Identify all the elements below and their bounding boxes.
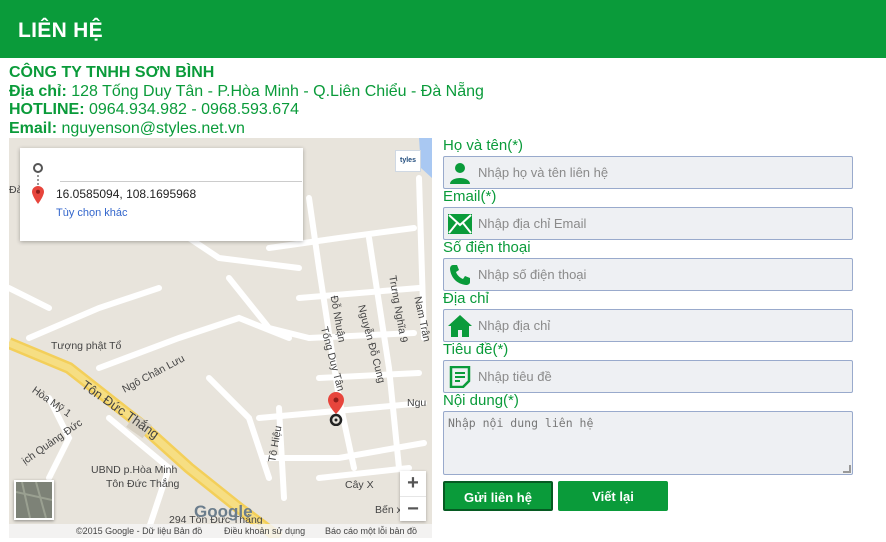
send-button[interactable]: Gửi liên hệ — [443, 481, 553, 511]
location-pin-icon[interactable] — [327, 392, 345, 426]
page-header: LIÊN HỆ — [0, 0, 886, 58]
embedded-map[interactable]: Đào Tượng phật Tổ Ngô Chân Lưu Tôn Đức T… — [9, 138, 432, 538]
name-input[interactable]: Nhập họ và tên liên hệ — [478, 165, 608, 180]
company-hotline: HOTLINE: 0964.934.982 - 0968.593.674 — [9, 101, 299, 118]
company-email: Email: nguyenson@styles.net.vn — [9, 119, 245, 137]
mail-icon — [446, 211, 474, 237]
user-icon — [446, 160, 474, 186]
map-zoom-control: + − — [400, 471, 426, 521]
email-label: Email(*) — [443, 188, 497, 205]
email-field[interactable]: Nhập địa chỉ Email — [443, 207, 853, 240]
company-logo-icon: tyles — [395, 150, 421, 172]
subject-input[interactable]: Nhập tiêu đề — [478, 369, 552, 384]
content-input[interactable]: Nhập nội dung liên hệ — [448, 416, 593, 430]
content-label: Nội dung(*) — [443, 392, 519, 409]
satellite-thumbnail-icon — [15, 481, 53, 519]
reset-button[interactable]: Viết lại — [558, 481, 668, 511]
google-logo: Google — [194, 502, 253, 521]
map-coordinates: 16.0585094, 108.1695968 — [56, 187, 197, 201]
phone-input[interactable]: Nhập số điện thoại — [478, 267, 586, 282]
directions-card: 16.0585094, 108.1695968 Tùy chọn khác — [20, 148, 303, 241]
zoom-out-button[interactable]: − — [400, 496, 426, 521]
map-label: Cây X — [345, 479, 374, 491]
company-info: CÔNG TY TNHH SƠN BÌNH Địa chỉ: 128 Tống … — [9, 64, 484, 138]
address-field[interactable]: Nhập địa chỉ — [443, 309, 853, 342]
map-label: UBND p.Hòa Minh — [91, 464, 178, 476]
map-label: Bến x — [375, 504, 402, 516]
address-label: Địa chỉ — [443, 290, 489, 307]
address-input[interactable]: Nhập địa chỉ — [478, 318, 550, 333]
map-label: Ngu — [407, 397, 427, 409]
email-input[interactable]: Nhập địa chỉ Email — [478, 216, 586, 231]
pin-icon — [32, 186, 44, 204]
zoom-in-button[interactable]: + — [400, 471, 426, 496]
map-copyright: ©2015 Google - Dữ liệu Bản đồ — [76, 526, 203, 536]
subject-field[interactable]: Nhập tiêu đề — [443, 360, 853, 393]
name-label: Họ và tên(*) — [443, 137, 524, 154]
map-terms-link[interactable]: Điều khoản sử dụng — [224, 524, 305, 538]
phone-label: Số điện thoại — [443, 239, 531, 256]
map-label: Tôn Đức Thắng — [106, 478, 180, 490]
company-address: Địa chỉ: 128 Tống Duy Tân - P.Hòa Minh -… — [9, 82, 484, 100]
note-icon — [446, 364, 474, 390]
name-field[interactable]: Nhập họ và tên liên hệ — [443, 156, 853, 189]
origin-icon — [33, 163, 43, 173]
satellite-toggle[interactable] — [14, 480, 54, 520]
more-options-link[interactable]: Tùy chọn khác — [56, 207, 128, 219]
page-title: LIÊN HỆ — [18, 19, 103, 42]
subject-label: Tiêu đề(*) — [443, 341, 509, 358]
phone-icon — [446, 262, 474, 288]
content-textarea[interactable]: Nhập nội dung liên hệ — [443, 411, 853, 475]
phone-field[interactable]: Nhập số điện thoại — [443, 258, 853, 291]
resize-handle-icon[interactable] — [843, 465, 851, 473]
map-report-link[interactable]: Báo cáo một lỗi bản đồ — [325, 524, 417, 538]
map-footer: ©2015 Google - Dữ liệu Bản đồ Điều khoản… — [9, 524, 432, 538]
map-label: Tượng phật Tổ — [51, 340, 122, 352]
home-icon — [446, 313, 474, 339]
company-name: CÔNG TY TNHH SƠN BÌNH — [9, 64, 215, 81]
